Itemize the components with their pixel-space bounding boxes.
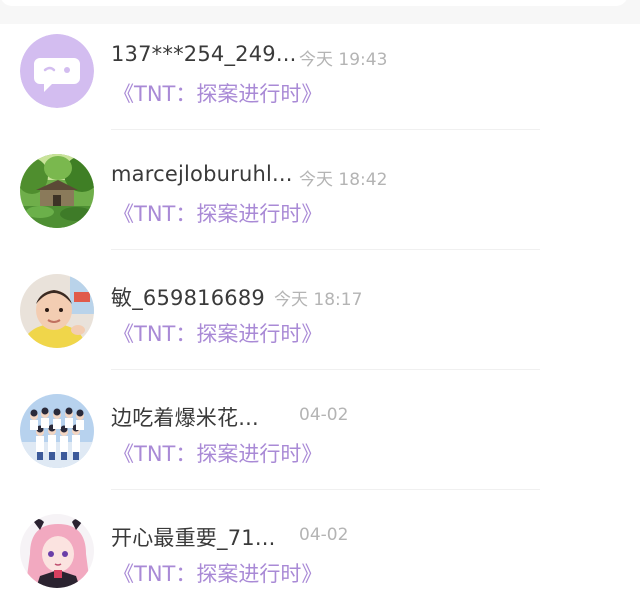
divider	[111, 129, 540, 130]
list-item[interactable]: 137***254_249... 今天 19:43 《TNT：探案进行时》	[0, 24, 640, 144]
baby-photo-avatar	[20, 274, 94, 348]
sender-name: marcejloburuhl...	[111, 162, 293, 186]
top-bar	[0, 0, 640, 24]
avatar[interactable]	[20, 514, 94, 588]
list-item[interactable]: 敏_659816689 今天 18:17 《TNT：探案进行时》	[0, 264, 640, 384]
avatar[interactable]	[20, 34, 94, 108]
divider	[111, 369, 540, 370]
source-title[interactable]: 《TNT：探案进行时》	[113, 558, 322, 588]
source-title[interactable]: 《TNT：探案进行时》	[113, 318, 322, 348]
list-item[interactable]: marcejloburuhl... 今天 18:42 《TNT：探案进行时》	[0, 144, 640, 264]
message-time: 今天 18:17	[274, 290, 363, 310]
sender-name: 137***254_249...	[111, 42, 297, 66]
message-list: 137***254_249... 今天 19:43 《TNT：探案进行时》 ma…	[0, 24, 640, 603]
message-list-page: 137***254_249... 今天 19:43 《TNT：探案进行时》 ma…	[0, 0, 640, 603]
anime-girl-avatar	[20, 514, 94, 588]
avatar[interactable]	[20, 394, 94, 468]
message-time: 04-02	[299, 405, 349, 425]
list-item[interactable]: 边吃着爆米花... 04-02 《TNT：探案进行时》	[0, 384, 640, 504]
source-title[interactable]: 《TNT：探案进行时》	[113, 198, 322, 228]
search-card[interactable]	[0, 0, 628, 6]
forest-house-avatar	[20, 154, 94, 228]
divider	[111, 489, 540, 490]
message-time: 今天 18:42	[299, 170, 388, 190]
avatar[interactable]	[20, 274, 94, 348]
source-title[interactable]: 《TNT：探案进行时》	[113, 438, 322, 468]
source-title[interactable]: 《TNT：探案进行时》	[113, 78, 322, 108]
message-time: 今天 19:43	[299, 50, 388, 70]
avatar[interactable]	[20, 154, 94, 228]
list-item[interactable]: 开心最重要_71... 04-02 《TNT：探案进行时》	[0, 504, 640, 603]
chat-bubble-icon	[20, 34, 94, 108]
sender-name: 敏_659816689	[111, 286, 265, 310]
divider	[111, 249, 540, 250]
message-time: 04-02	[299, 525, 349, 545]
group-photo-avatar	[20, 394, 94, 468]
sender-name: 边吃着爆米花...	[111, 406, 259, 430]
sender-name: 开心最重要_71...	[111, 526, 276, 550]
